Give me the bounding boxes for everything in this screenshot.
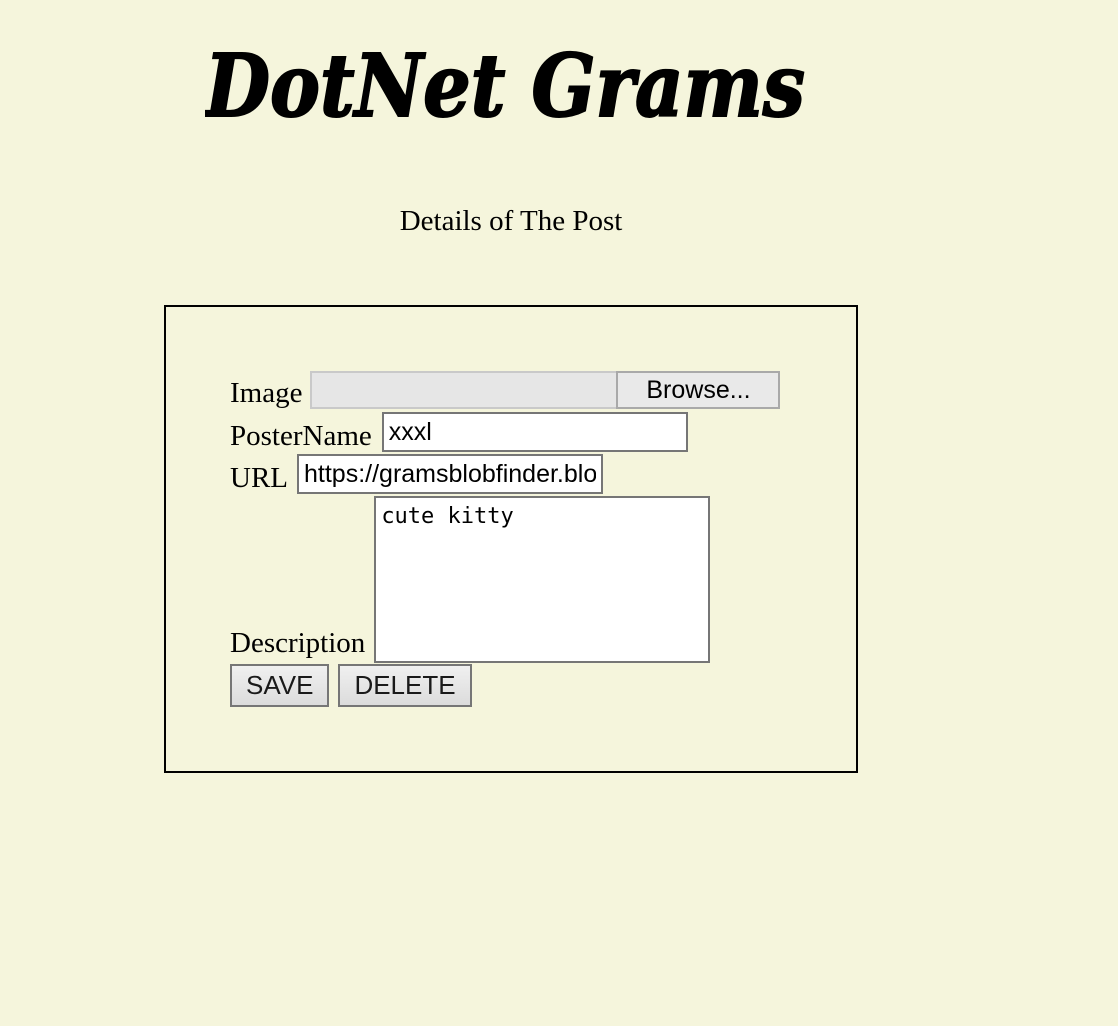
poster-name-row: PosterName (230, 412, 688, 452)
description-label: Description (230, 627, 366, 659)
brand-title: DotNet Grams (205, 36, 805, 137)
poster-name-label: PosterName (230, 420, 372, 452)
page-title: Details of The Post (399, 205, 623, 237)
url-label: URL (230, 462, 288, 494)
page: DotNet Grams Details of The Post Image B… (0, 0, 1118, 1026)
brand-logo-wordmark: DotNet Grams (205, 35, 806, 138)
image-file-input[interactable]: Browse... (310, 371, 781, 409)
save-button[interactable]: SAVE (230, 664, 330, 707)
post-details-form: Image Browse... PosterName URL Descripti… (164, 305, 858, 773)
delete-button[interactable]: DELETE (338, 664, 472, 707)
brand-logo: DotNet Grams (205, 28, 825, 148)
url-row: URL (230, 454, 603, 494)
image-row: Image Browse... (230, 371, 781, 409)
url-input[interactable] (297, 454, 603, 494)
description-textarea[interactable]: cute kitty (374, 496, 711, 663)
poster-name-input[interactable] (381, 412, 688, 452)
actions-row: SAVE DELETE (230, 664, 481, 707)
description-row: Description cute kitty (230, 496, 711, 663)
image-label: Image (230, 377, 303, 409)
file-name-display[interactable] (310, 371, 617, 409)
browse-button[interactable]: Browse... (616, 371, 781, 409)
